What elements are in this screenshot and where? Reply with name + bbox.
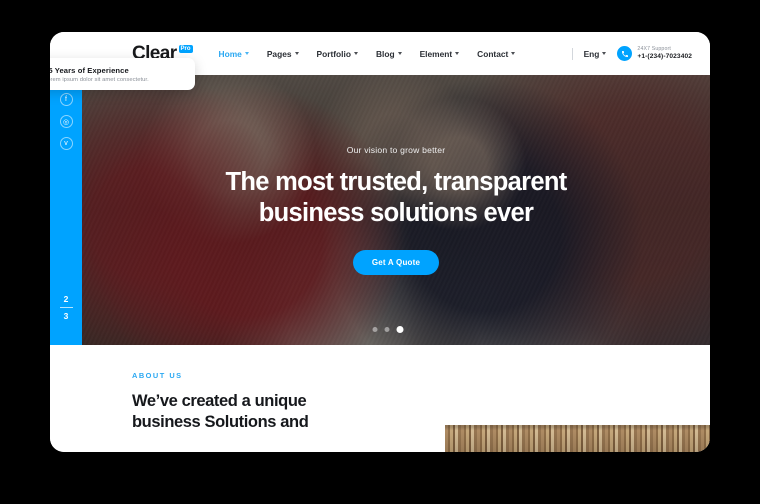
instagram-glyph: ◎ — [62, 118, 70, 126]
bookshelf-photo — [445, 425, 710, 452]
primary-navigation: Home Pages Portfolio Blog Element Contac… — [219, 49, 516, 59]
hero-title: The most trusted, transparent business s… — [225, 167, 567, 227]
language-selector[interactable]: Eng — [584, 49, 607, 59]
nav-item-label: Contact — [477, 48, 509, 59]
hero-title-line-1: The most trusted, transparent — [225, 168, 567, 197]
facebook-icon[interactable]: f — [59, 93, 73, 106]
website-preview-frame: Clear Pro Home Pages Portfolio Blog Elem… — [50, 32, 710, 452]
support-text: 24X7 Support +1-(234)-7023402 — [637, 46, 692, 61]
nav-item-home[interactable]: Home — [219, 49, 249, 59]
nav-item-contact[interactable]: Contact — [477, 48, 516, 59]
hero-kicker: Our vision to grow better — [346, 145, 446, 156]
social-side-rail: f ◎ ᴠ 2 3 — [50, 75, 82, 345]
slide-counter-divider — [59, 307, 73, 308]
experience-card-subtitle: Lorem ipsum dolor sit amet consectetur. — [50, 76, 149, 83]
slide-counter: 2 3 — [59, 294, 73, 321]
hero-dot-2[interactable] — [384, 327, 390, 332]
hero-title-line-2: business solutions ever — [258, 198, 534, 227]
header-divider — [571, 47, 573, 60]
chevron-down-icon — [602, 52, 607, 55]
nav-item-label: Pages — [266, 48, 292, 59]
hero-dot-3[interactable] — [396, 326, 404, 333]
instagram-icon[interactable]: ◎ — [59, 115, 73, 128]
chevron-down-icon — [353, 52, 358, 55]
about-title-line-1: We’ve created a unique — [132, 392, 307, 410]
nav-item-label: Home — [218, 48, 242, 59]
experience-card: 25 Years of Experience Lorem ipsum dolor… — [50, 58, 195, 90]
nav-item-blog[interactable]: Blog — [376, 49, 402, 59]
chevron-down-icon — [455, 52, 460, 55]
hero-slider-dots — [357, 326, 404, 333]
phone-icon — [617, 46, 633, 61]
nav-item-portfolio[interactable]: Portfolio — [317, 49, 358, 59]
experience-card-text: 25 Years of Experience Lorem ipsum dolor… — [50, 66, 149, 83]
logo-pro-badge: Pro — [178, 45, 193, 53]
hero-dot-1[interactable] — [372, 327, 378, 332]
about-title: We’ve created a unique business Solution… — [132, 391, 387, 434]
support-phone-number: +1-(234)-7023402 — [637, 52, 692, 60]
about-title-line-2: business Solutions and — [132, 413, 309, 432]
chevron-down-icon — [511, 52, 516, 55]
language-label: Eng — [583, 48, 600, 59]
nav-item-pages[interactable]: Pages — [267, 49, 299, 59]
about-text-column: ABOUT US We’ve created a unique business… — [132, 371, 387, 452]
about-image-column — [445, 425, 710, 452]
twitter-glyph: ᴠ — [64, 140, 68, 147]
about-kicker: ABOUT US — [132, 371, 183, 380]
nav-item-element[interactable]: Element — [420, 49, 460, 59]
nav-item-label: Blog — [375, 48, 395, 59]
chevron-down-icon — [244, 52, 249, 55]
facebook-glyph: f — [65, 96, 67, 103]
hero-slider: Our vision to grow better The most trust… — [50, 75, 710, 345]
header-utilities: Eng 24X7 Support +1-(234)-7023402 — [571, 46, 692, 61]
get-a-quote-button[interactable]: Get A Quote — [352, 249, 440, 275]
support-contact[interactable]: 24X7 Support +1-(234)-7023402 — [617, 46, 692, 61]
chevron-down-icon — [294, 52, 299, 55]
experience-card-title: 25 Years of Experience — [50, 65, 129, 75]
nav-item-label: Portfolio — [316, 48, 351, 59]
slide-counter-current: 2 — [63, 294, 69, 304]
nav-item-label: Element — [419, 48, 453, 59]
slide-counter-total: 3 — [63, 311, 69, 321]
chevron-down-icon — [397, 52, 402, 55]
twitter-icon[interactable]: ᴠ — [59, 137, 73, 150]
hero-content: Our vision to grow better The most trust… — [50, 75, 710, 345]
